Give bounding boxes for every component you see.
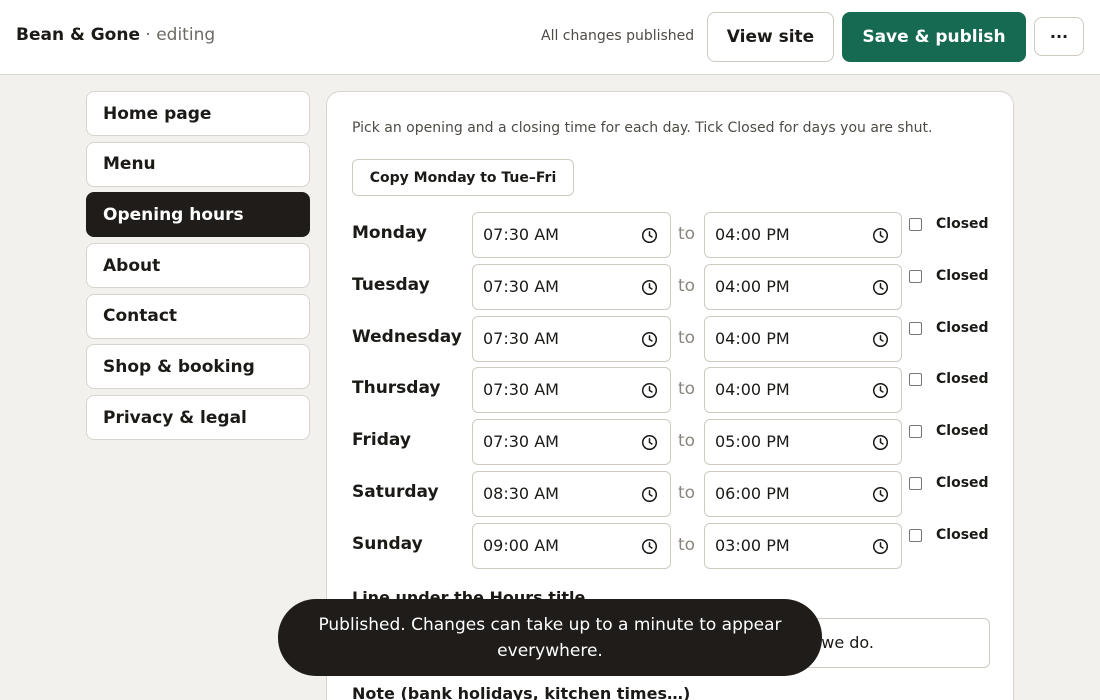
more-options-button[interactable]: ··· xyxy=(1034,17,1084,56)
close-time-input[interactable]: 06:00 PM xyxy=(704,471,902,517)
closed-checkbox-label[interactable]: Closed xyxy=(936,527,989,543)
closed-checkbox[interactable] xyxy=(909,528,922,542)
clock-icon[interactable] xyxy=(872,279,889,296)
clock-icon[interactable] xyxy=(872,486,889,503)
open-time-input[interactable]: 07:30 AM xyxy=(472,419,671,466)
site-title: Bean & Gone · editing xyxy=(16,25,215,45)
hours-row-thursday: Thursday 07:30 AM to 04:00 PM Closed xyxy=(352,367,992,414)
close-time-value: 04:00 PM xyxy=(715,328,790,348)
hours-row-friday: Friday 07:30 AM to 05:00 PM Closed xyxy=(352,419,992,466)
open-time-input[interactable]: 07:30 AM xyxy=(472,263,671,310)
open-time-input[interactable]: 08:30 AM xyxy=(472,471,671,517)
close-time-value: 04:00 PM xyxy=(715,276,790,296)
brand-name: Bean & Gone xyxy=(16,25,140,45)
open-time-value: 09:00 AM xyxy=(483,535,559,555)
to-separator: to xyxy=(678,379,696,400)
sidebar-item-about[interactable]: About xyxy=(86,243,310,289)
to-separator: to xyxy=(678,275,696,296)
hours-row-sunday: Sunday 09:00 AM to 03:00 PM Closed xyxy=(352,522,992,569)
open-time-value: 07:30 AM xyxy=(483,276,559,296)
open-time-input[interactable]: 09:00 AM xyxy=(472,522,671,569)
sidebar-item-opening-hours[interactable]: Opening hours xyxy=(86,192,310,238)
open-time-input[interactable]: 07:30 AM xyxy=(472,212,671,258)
closed-checkbox-label[interactable]: Closed xyxy=(936,371,989,387)
open-time-value: 07:30 AM xyxy=(483,432,559,452)
sidebar-item-contact[interactable]: Contact xyxy=(86,293,310,339)
hours-row-monday: Monday 07:30 AM to 04:00 PM Closed xyxy=(352,212,992,258)
close-time-input[interactable]: 04:00 PM xyxy=(704,367,902,414)
close-time-value: 04:00 PM xyxy=(715,380,790,400)
sidebar-item-home-page[interactable]: Home page xyxy=(86,91,310,136)
clock-icon[interactable] xyxy=(872,331,889,348)
close-time-value: 05:00 PM xyxy=(715,432,790,452)
closed-checkbox[interactable] xyxy=(909,321,922,335)
closed-checkbox-label[interactable]: Closed xyxy=(936,475,989,491)
day-label: Wednesday xyxy=(352,326,462,347)
open-time-input[interactable]: 07:30 AM xyxy=(472,367,671,414)
day-label: Tuesday xyxy=(352,274,430,295)
clock-icon[interactable] xyxy=(872,227,889,244)
clock-icon[interactable] xyxy=(872,434,889,451)
closed-checkbox[interactable] xyxy=(909,373,922,387)
note-field-label: Note (bank holidays, kitchen times…) xyxy=(352,684,691,700)
closed-checkbox-label[interactable]: Closed xyxy=(936,423,989,439)
hours-row-saturday: Saturday 08:30 AM to 06:00 PM Closed xyxy=(352,471,992,517)
save-publish-button[interactable]: Save & publish xyxy=(842,12,1026,62)
view-site-button[interactable]: View site xyxy=(707,12,834,62)
clock-icon[interactable] xyxy=(641,434,658,451)
closed-checkbox[interactable] xyxy=(909,425,922,439)
sidebar-item-shop-booking[interactable]: Shop & booking xyxy=(86,344,310,390)
day-label: Monday xyxy=(352,223,427,243)
top-bar: Bean & Gone · editing All changes publis… xyxy=(0,0,1100,75)
clock-icon[interactable] xyxy=(641,382,658,399)
to-separator: to xyxy=(678,431,696,452)
to-separator: to xyxy=(678,534,696,555)
clock-icon[interactable] xyxy=(641,486,658,503)
close-time-value: 03:00 PM xyxy=(715,535,790,555)
subtitle-input-value: we do. xyxy=(821,633,874,652)
clock-icon[interactable] xyxy=(641,227,658,244)
closed-checkbox-label[interactable]: Closed xyxy=(936,268,989,284)
closed-checkbox[interactable] xyxy=(909,477,922,490)
open-time-input[interactable]: 07:30 AM xyxy=(472,315,671,362)
close-time-value: 06:00 PM xyxy=(715,484,790,503)
clock-icon[interactable] xyxy=(641,331,658,348)
open-time-value: 07:30 AM xyxy=(483,225,559,244)
clock-icon[interactable] xyxy=(641,279,658,296)
to-separator: to xyxy=(678,224,696,244)
close-time-input[interactable]: 04:00 PM xyxy=(704,212,902,258)
hours-hint-text: Pick an opening and a closing time for e… xyxy=(352,120,933,136)
close-time-value: 04:00 PM xyxy=(715,225,790,244)
close-time-input[interactable]: 04:00 PM xyxy=(704,263,902,310)
sidebar-item-privacy-legal[interactable]: Privacy & legal xyxy=(86,395,310,441)
clock-icon[interactable] xyxy=(872,538,889,555)
close-time-input[interactable]: 03:00 PM xyxy=(704,522,902,569)
open-time-value: 07:30 AM xyxy=(483,380,559,400)
publish-toast: Published. Changes can take up to a minu… xyxy=(278,599,822,676)
day-label: Friday xyxy=(352,430,411,451)
publish-status: All changes published xyxy=(541,28,695,44)
hours-row-wednesday: Wednesday 07:30 AM to 04:00 PM Closed xyxy=(352,315,992,362)
day-label: Saturday xyxy=(352,482,439,502)
closed-checkbox-label[interactable]: Closed xyxy=(936,216,989,232)
day-label: Thursday xyxy=(352,378,441,399)
editing-indicator: · editing xyxy=(145,25,216,45)
open-time-value: 07:30 AM xyxy=(483,328,559,348)
sidebar-item-menu[interactable]: Menu xyxy=(86,141,310,187)
day-label: Sunday xyxy=(352,533,423,554)
to-separator: to xyxy=(678,327,696,348)
open-time-value: 08:30 AM xyxy=(483,484,559,503)
hours-row-tuesday: Tuesday 07:30 AM to 04:00 PM Closed xyxy=(352,263,992,310)
to-separator: to xyxy=(678,483,696,503)
closed-checkbox[interactable] xyxy=(909,218,922,231)
closed-checkbox[interactable] xyxy=(909,269,922,283)
close-time-input[interactable]: 04:00 PM xyxy=(704,315,902,362)
clock-icon[interactable] xyxy=(872,382,889,399)
close-time-input[interactable]: 05:00 PM xyxy=(704,419,902,466)
sidebar-nav: Home page Menu Opening hours About Conta… xyxy=(86,91,310,446)
clock-icon[interactable] xyxy=(641,538,658,555)
copy-monday-button[interactable]: Copy Monday to Tue–Fri xyxy=(352,159,574,196)
closed-checkbox-label[interactable]: Closed xyxy=(936,320,989,336)
